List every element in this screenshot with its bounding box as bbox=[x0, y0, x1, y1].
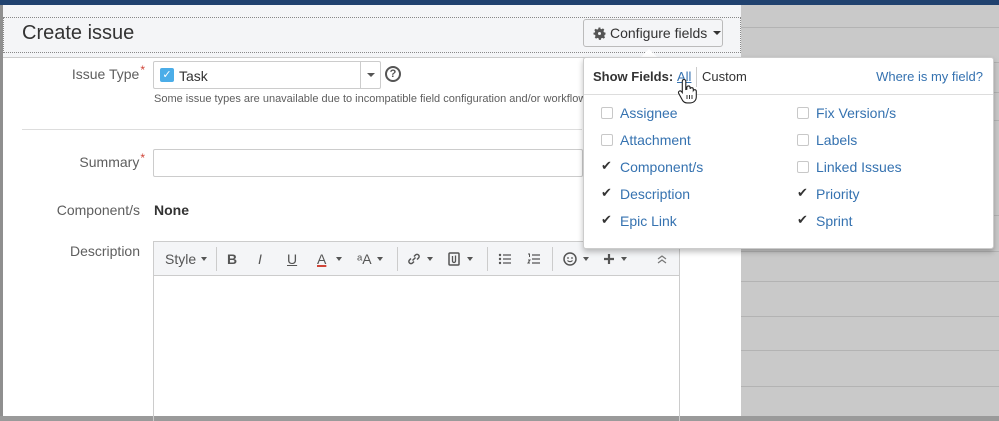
link-icon bbox=[408, 253, 420, 265]
description-label: Description bbox=[69, 243, 140, 259]
emoticon-icon bbox=[563, 252, 577, 266]
hand-cursor-icon bbox=[677, 78, 697, 104]
field-option-linked-issues[interactable]: Linked Issues bbox=[797, 157, 902, 177]
chevron-down-icon bbox=[713, 31, 722, 35]
configure-fields-label: Configure fields bbox=[610, 25, 708, 41]
bullet-list-button[interactable] bbox=[497, 249, 513, 269]
checkbox[interactable] bbox=[601, 107, 613, 119]
issue-type-select[interactable]: ✓ Task bbox=[153, 61, 381, 89]
field-option-label: Description bbox=[620, 186, 691, 202]
issue-type-value: Task bbox=[179, 68, 208, 84]
field-option-attachment[interactable]: Attachment bbox=[601, 130, 691, 150]
dropdown-toggle[interactable] bbox=[360, 62, 380, 88]
plus-icon bbox=[604, 254, 614, 264]
field-option-label: Epic Link bbox=[620, 213, 677, 229]
checkbox[interactable] bbox=[797, 161, 809, 173]
task-icon: ✓ bbox=[160, 68, 174, 82]
checkbox-checked[interactable] bbox=[601, 158, 613, 174]
chevron-down-icon bbox=[201, 257, 208, 261]
summary-label-text: Summary bbox=[79, 154, 140, 170]
description-editor[interactable]: Style B I U A ᵃA bbox=[153, 241, 680, 421]
help-icon[interactable]: ? bbox=[385, 66, 401, 82]
field-option-label: Component/s bbox=[620, 159, 704, 175]
toolbar-separator bbox=[552, 247, 553, 271]
chevron-down-icon bbox=[376, 257, 383, 261]
field-option-description[interactable]: Description bbox=[601, 184, 690, 204]
field-option-label: Priority bbox=[816, 186, 860, 202]
chevron-down-icon bbox=[583, 257, 589, 261]
field-option-sprint[interactable]: Sprint bbox=[797, 211, 853, 231]
checkbox[interactable] bbox=[797, 107, 809, 119]
field-option-assignee[interactable]: Assignee bbox=[601, 103, 678, 123]
numbered-list-icon bbox=[527, 253, 540, 264]
required-marker: * bbox=[140, 63, 145, 77]
toolbar-separator bbox=[216, 247, 217, 271]
bold-button[interactable]: B bbox=[227, 249, 237, 269]
checkbox-checked[interactable] bbox=[601, 212, 613, 228]
show-fields-label: Show Fields: bbox=[593, 69, 674, 84]
checkbox-checked[interactable] bbox=[797, 212, 809, 228]
field-option-priority[interactable]: Priority bbox=[797, 184, 860, 204]
gear-icon bbox=[593, 27, 606, 40]
summary-input[interactable] bbox=[153, 149, 583, 177]
style-dropdown[interactable]: Style bbox=[165, 249, 208, 269]
field-option-label: Assignee bbox=[620, 105, 678, 121]
chevron-down-icon bbox=[467, 257, 473, 261]
required-marker: * bbox=[140, 151, 145, 165]
toolbar-separator bbox=[487, 247, 488, 271]
collapse-icon bbox=[657, 255, 667, 264]
checkbox[interactable] bbox=[601, 134, 613, 146]
field-option-label: Sprint bbox=[816, 213, 853, 229]
field-option-label: Fix Version/s bbox=[816, 105, 897, 121]
divider bbox=[22, 129, 582, 130]
style-label: Style bbox=[165, 251, 197, 267]
toolbar-separator bbox=[397, 247, 398, 271]
checkbox-checked[interactable] bbox=[797, 185, 809, 201]
where-is-my-field-link[interactable]: Where is my field? bbox=[876, 69, 983, 84]
numbered-list-button[interactable] bbox=[526, 249, 542, 269]
field-option-components[interactable]: Component/s bbox=[601, 157, 703, 177]
issue-type-note: Some issue types are unavailable due to … bbox=[154, 93, 584, 105]
summary-label: Summary* bbox=[23, 151, 145, 170]
issue-type-label: Issue Type* bbox=[23, 63, 145, 82]
issue-type-label-text: Issue Type bbox=[71, 66, 140, 82]
text-size-button[interactable]: ᵃA bbox=[357, 249, 383, 269]
components-value: None bbox=[154, 202, 189, 218]
field-option-label: Linked Issues bbox=[816, 159, 902, 175]
show-fields-custom-tab[interactable]: Custom bbox=[702, 69, 747, 84]
chevron-down-icon bbox=[621, 257, 627, 261]
insert-more-button[interactable] bbox=[602, 249, 627, 269]
field-option-label: Attachment bbox=[620, 132, 691, 148]
configure-fields-button[interactable]: Configure fields bbox=[583, 19, 723, 47]
checkbox[interactable] bbox=[797, 134, 809, 146]
attachment-button[interactable] bbox=[446, 249, 473, 269]
checkbox-checked[interactable] bbox=[601, 185, 613, 201]
field-option-epic-link[interactable]: Epic Link bbox=[601, 211, 677, 231]
components-label: Component/s bbox=[56, 202, 140, 218]
chevron-down-icon bbox=[336, 257, 343, 261]
collapse-toolbar-button[interactable] bbox=[656, 249, 668, 269]
link-button[interactable] bbox=[406, 249, 433, 269]
dialog-title: Create issue bbox=[22, 22, 135, 44]
popup-header: Show Fields: All Custom Where is my fiel… bbox=[584, 58, 993, 95]
underline-button[interactable]: U bbox=[287, 249, 297, 269]
dialog-header: Create issue Configure fields bbox=[3, 5, 741, 58]
emoticon-button[interactable] bbox=[562, 249, 589, 269]
chevron-down-icon bbox=[427, 257, 433, 261]
field-option-labels[interactable]: Labels bbox=[797, 130, 857, 150]
field-option-fix-versions[interactable]: Fix Version/s bbox=[797, 103, 896, 123]
text-color-button[interactable]: A bbox=[317, 249, 343, 269]
italic-button[interactable]: I bbox=[258, 249, 262, 269]
text-size-label: ᵃA bbox=[357, 251, 372, 267]
configure-fields-popup: Show Fields: All Custom Where is my fiel… bbox=[583, 57, 994, 249]
text-color-label: A bbox=[317, 251, 327, 267]
field-option-label: Labels bbox=[816, 132, 858, 148]
attachment-icon bbox=[448, 252, 460, 266]
bullet-list-icon bbox=[498, 253, 511, 265]
